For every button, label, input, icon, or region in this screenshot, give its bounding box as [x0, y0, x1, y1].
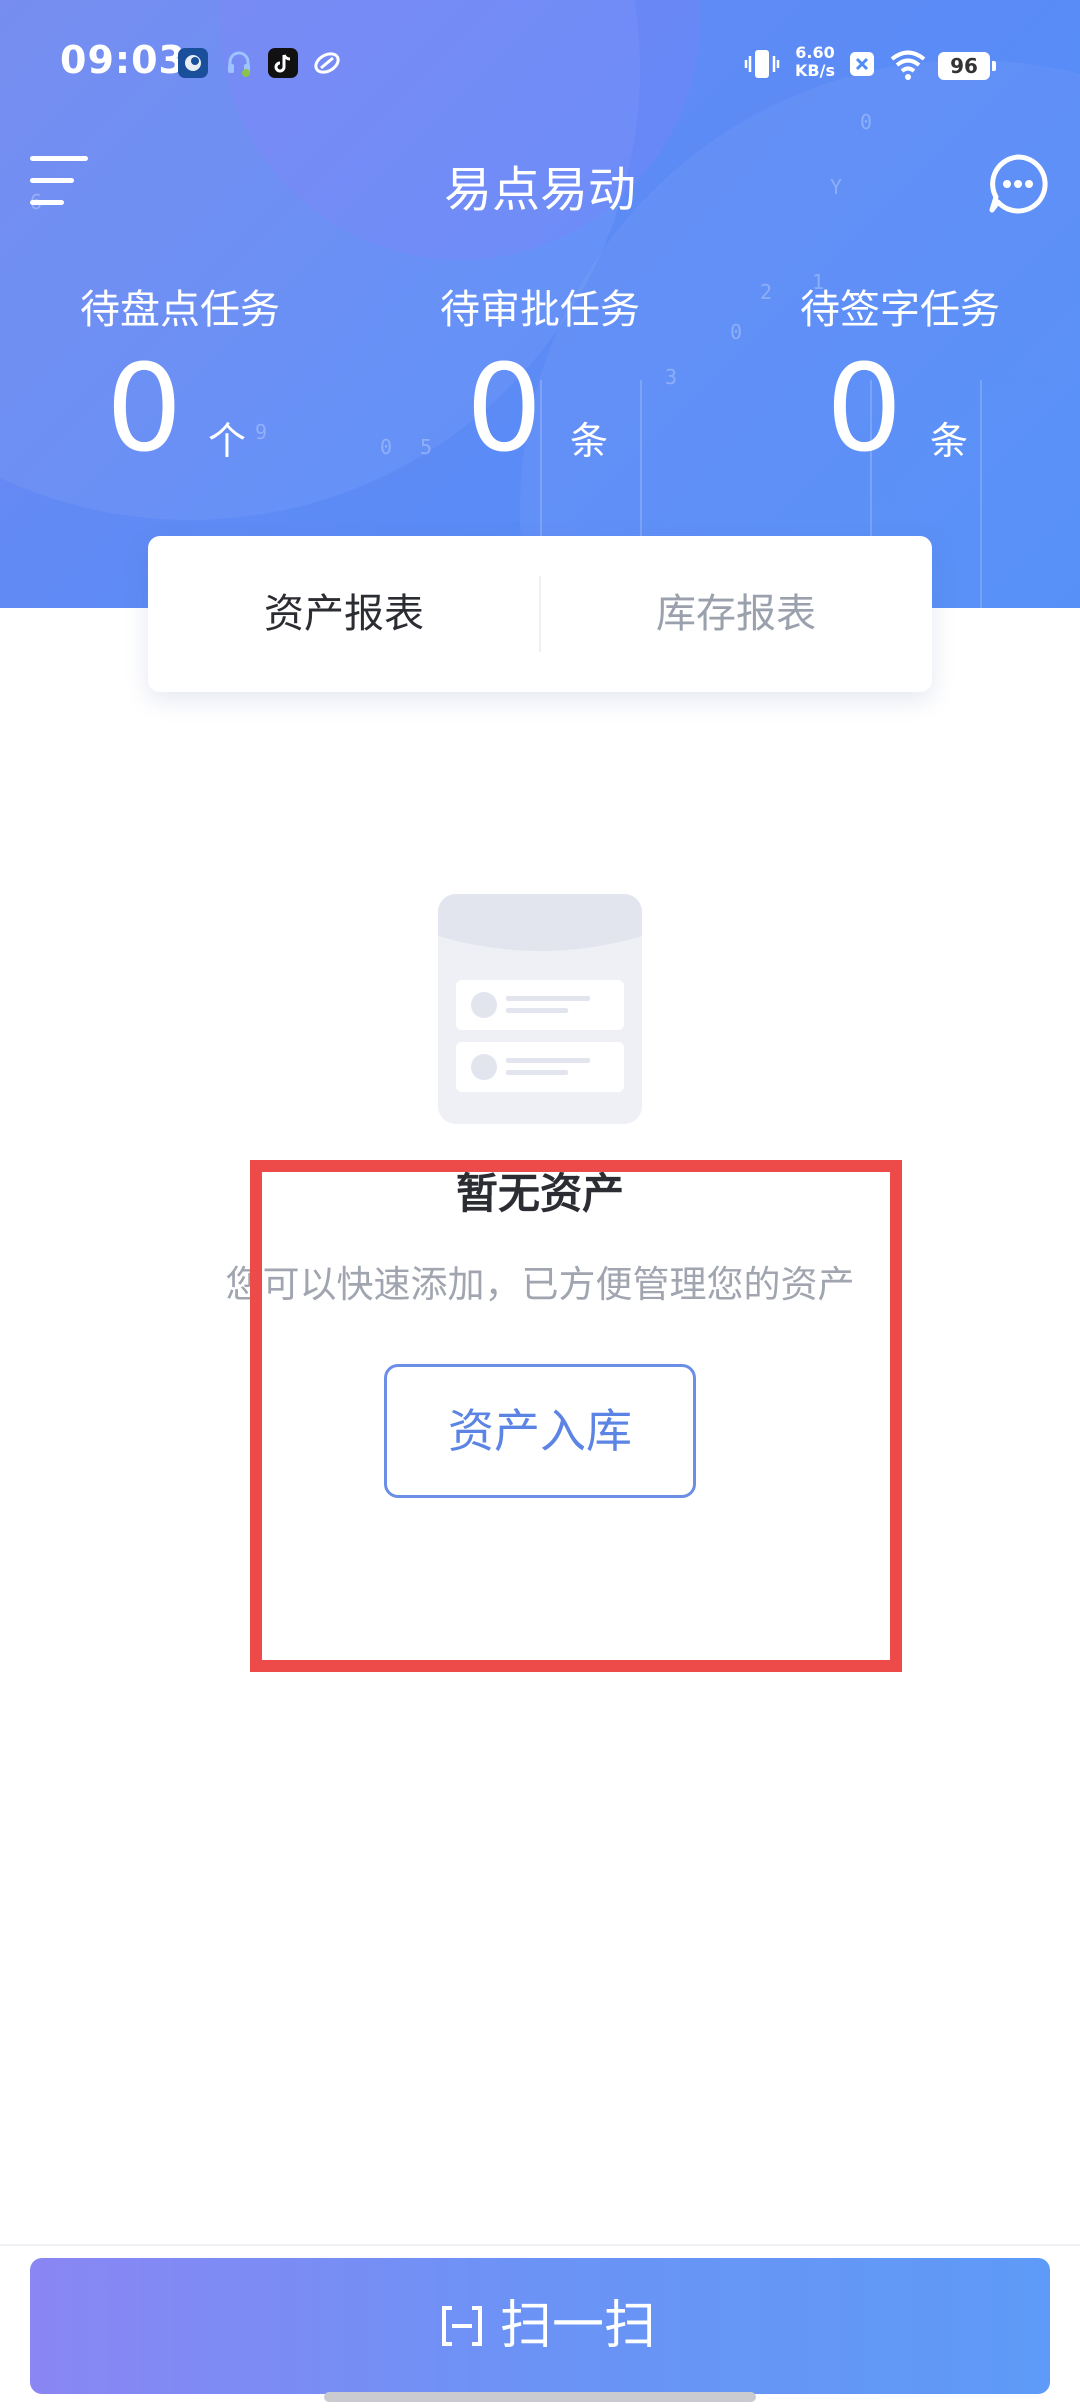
empty-document-icon	[438, 894, 642, 1124]
asset-stock-in-button[interactable]: 资产入库	[384, 1364, 696, 1498]
headset-icon	[224, 48, 254, 78]
status-bar: 09:03 6.60 KB/s 96	[0, 0, 1080, 120]
stat-unit: 条	[930, 419, 969, 463]
app-blue-icon	[178, 48, 208, 78]
report-tab-card: 资产报表 库存报表	[148, 536, 932, 692]
tab-inventory-report[interactable]: 库存报表	[540, 536, 932, 692]
stat-value-row: 0 条	[360, 340, 720, 480]
stat-pending-approval[interactable]: 待审批任务 0 条	[360, 280, 720, 480]
stat-value-row: 0 条	[720, 340, 1080, 480]
stat-label: 待审批任务	[440, 287, 640, 333]
app-screen: 9 0 5 3 0 2 1 0 Y 6 09:03 6.60	[0, 0, 1080, 2408]
tiktok-icon	[268, 48, 298, 78]
bottom-divider	[0, 2244, 1080, 2246]
stat-pending-inventory[interactable]: 待盘点任务 0 个	[0, 280, 360, 480]
scan-icon	[438, 2302, 486, 2350]
empty-state-description: 您可以快速添加，已方便管理您的资产	[225, 1263, 855, 1306]
empty-state-title: 暂无资产	[455, 1169, 624, 1218]
net-speed-value: 6.60	[795, 43, 835, 62]
stat-value: 0	[826, 340, 903, 479]
scan-label: 扫一扫	[500, 2296, 657, 2356]
sim-off-icon	[848, 50, 876, 78]
wifi-icon	[888, 44, 928, 84]
stat-unit: 个	[208, 419, 247, 463]
stat-label: 待签字任务	[800, 287, 1000, 333]
chat-bubble-icon[interactable]	[986, 152, 1050, 216]
vibrate-icon	[742, 44, 782, 84]
stat-pending-signature[interactable]: 待签字任务 0 条	[720, 280, 1080, 480]
net-speed: 6.60 KB/s	[790, 44, 840, 80]
tab-asset-report[interactable]: 资产报表	[148, 536, 540, 692]
cloud-app-icon	[312, 48, 342, 78]
stat-value: 0	[106, 340, 183, 479]
page-title: 易点易动	[443, 162, 636, 218]
stat-value: 0	[466, 340, 543, 479]
battery-icon: 96	[938, 52, 996, 80]
status-time: 09:03	[60, 38, 186, 82]
scan-button[interactable]: 扫一扫	[30, 2258, 1050, 2394]
scan-button-content: 扫一扫	[30, 2258, 1050, 2394]
stat-value-row: 0 个	[0, 340, 360, 480]
home-indicator[interactable]	[324, 2392, 756, 2402]
net-speed-unit: KB/s	[795, 61, 835, 80]
stat-label: 待盘点任务	[80, 287, 280, 333]
stat-unit: 条	[570, 419, 609, 463]
status-right-group: 6.60 KB/s 96	[742, 44, 1042, 84]
